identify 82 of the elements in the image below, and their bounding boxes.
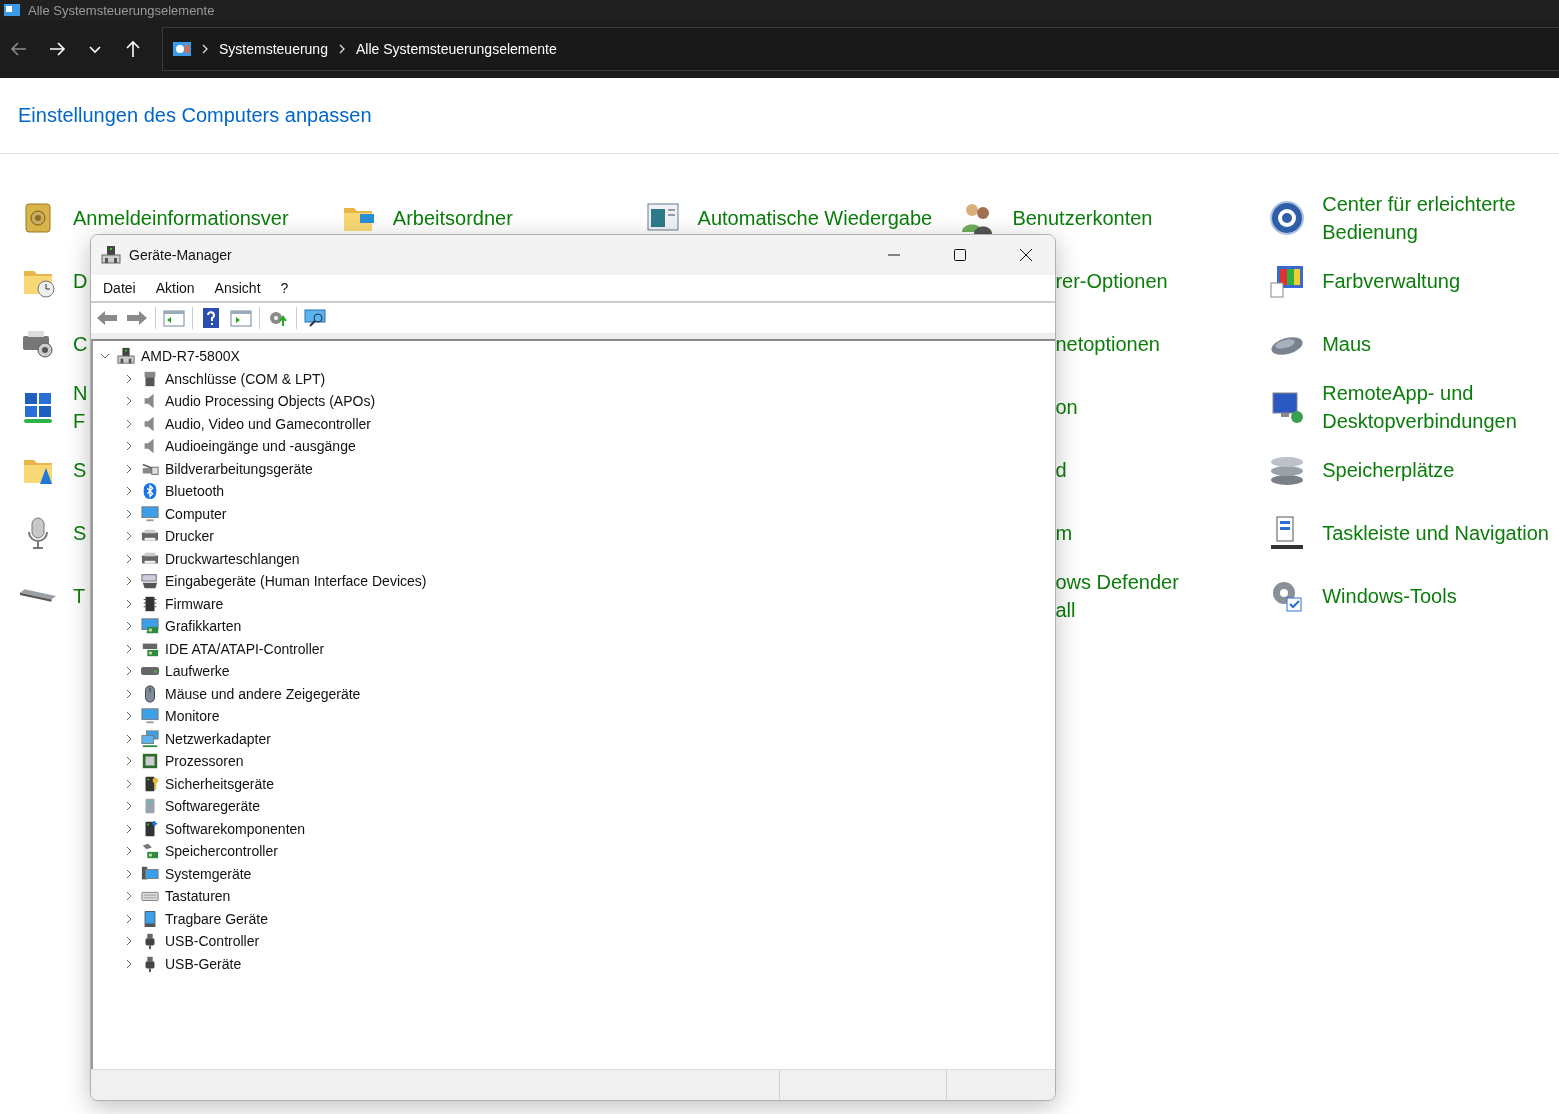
tree-item[interactable]: Bluetooth xyxy=(165,483,225,500)
control-panel-icon xyxy=(173,42,191,56)
address-bar[interactable]: Systemsteuerung Alle Systemsteuerungselemente xyxy=(162,27,1559,71)
tree-item[interactable]: Systemgeräte xyxy=(165,865,252,882)
minimize-icon xyxy=(887,254,901,256)
settings-link[interactable]: on xyxy=(1055,392,1078,421)
tree-item[interactable]: Druckwarteschlangen xyxy=(165,550,300,567)
chip-icon xyxy=(141,594,159,613)
settings-link[interactable]: Center für erleichterte Bedienung xyxy=(1322,189,1516,246)
settings-link[interactable]: Automatische Wiedergabe xyxy=(697,203,933,232)
tree-item[interactable]: Softwarekomponenten xyxy=(165,820,306,837)
tree-item[interactable]: IDE ATA/ATAPI-Controller xyxy=(165,640,325,657)
settings-link[interactable]: m xyxy=(1055,518,1073,547)
tree-item[interactable]: USB-Controller xyxy=(165,933,260,950)
tree-item[interactable]: Tragbare Geräte xyxy=(165,910,268,927)
tree-item[interactable]: Sicherheitsgeräte xyxy=(165,775,274,792)
monitor-icon xyxy=(141,504,159,523)
tree-item[interactable]: USB-Geräte xyxy=(165,955,242,972)
tree-item[interactable]: AMD-R7-5800X xyxy=(141,348,240,365)
tree-item[interactable]: Speichercontroller xyxy=(165,843,278,860)
tree-item[interactable]: Tastaturen xyxy=(165,888,231,905)
settings-link[interactable]: ows Defender all xyxy=(1055,567,1179,624)
input-devices-icon xyxy=(141,572,159,591)
tree-item[interactable]: Eingabegeräte (Human Interface Devices) xyxy=(165,573,427,590)
tree-item[interactable]: Monitore xyxy=(165,708,220,725)
window-title: Geräte-Manager xyxy=(129,247,233,263)
tree-item[interactable]: Softwaregeräte xyxy=(165,798,260,815)
control-panel-icon xyxy=(4,4,20,16)
settings-link[interactable]: Anmeldeinformationsver xyxy=(73,203,289,232)
tree-item[interactable]: Audio Processing Objects (APOs) xyxy=(165,393,376,410)
settings-link[interactable]: netoptionen xyxy=(1055,329,1160,358)
tree-item[interactable]: Prozessoren xyxy=(165,753,244,770)
bluetooth-icon xyxy=(141,482,159,501)
drive-icon xyxy=(141,667,159,676)
tree-item[interactable]: Bildverarbeitungsgeräte xyxy=(165,460,313,477)
settings-link[interactable]: S xyxy=(73,518,87,547)
settings-link[interactable]: Taskleiste und Navigation xyxy=(1322,518,1549,547)
computer-icon xyxy=(117,347,135,366)
tree-item[interactable]: Audio, Video und Gamecontroller xyxy=(165,415,371,432)
settings-link[interactable]: Windows-Tools xyxy=(1322,581,1457,610)
tree-item[interactable]: Firmware xyxy=(165,595,224,612)
chevron-icon xyxy=(337,44,346,54)
settings-link[interactable]: Maus xyxy=(1322,329,1372,358)
tree-item[interactable]: Computer xyxy=(165,505,227,522)
menu-item[interactable]: Datei xyxy=(93,280,146,296)
tree-item[interactable]: Grafikkarten xyxy=(165,618,242,635)
settings-link[interactable]: rer-Optionen xyxy=(1055,266,1168,295)
page-heading: Einstellungen des Computers anpassen xyxy=(17,103,373,128)
settings-link[interactable]: d xyxy=(1055,455,1067,484)
storage-controller-icon xyxy=(141,842,159,861)
tree-item[interactable]: Netzwerkadapter xyxy=(165,730,271,747)
window-title: Alle Systemsteuerungselemente xyxy=(28,2,215,18)
processor-icon xyxy=(141,752,159,771)
tree-item[interactable]: Drucker xyxy=(165,528,214,545)
menu-item[interactable]: Ansicht xyxy=(204,280,271,296)
chevron-icon xyxy=(201,44,209,54)
settings-link[interactable]: Farbverwaltung xyxy=(1322,266,1461,295)
taskbar-icon xyxy=(1269,514,1306,551)
tree-item[interactable]: Audioeingänge und -ausgänge xyxy=(165,438,356,455)
settings-link[interactable]: D xyxy=(73,266,88,295)
settings-link[interactable]: Benutzerkonten xyxy=(1012,203,1153,232)
settings-link[interactable]: Arbeitsordner xyxy=(392,203,513,232)
settings-link[interactable]: C xyxy=(73,329,88,358)
graphics-card-icon xyxy=(141,617,159,636)
menu-item[interactable]: Aktion xyxy=(145,280,205,296)
settings-link[interactable]: S xyxy=(73,455,87,484)
menu-item[interactable]: ? xyxy=(270,280,299,296)
tree-item[interactable]: Anschlüsse (COM & LPT) xyxy=(165,370,326,387)
settings-link[interactable]: N F xyxy=(73,378,88,435)
breadcrumb-item[interactable]: Systemsteuerung xyxy=(219,41,328,57)
tree-item[interactable]: Laufwerke xyxy=(165,663,230,680)
tree-item[interactable]: Mäuse und andere Zeigegeräte xyxy=(165,685,361,702)
settings-link[interactable]: Speicherplätze xyxy=(1322,455,1455,484)
monitor-icon xyxy=(141,707,159,726)
settings-link[interactable]: RemoteApp- und Desktopverbindungen xyxy=(1322,378,1517,435)
maximize-icon xyxy=(953,248,967,262)
close-icon xyxy=(1019,248,1033,262)
network-icon xyxy=(141,729,159,748)
breadcrumb-item[interactable]: Alle Systemsteuerungselemente xyxy=(355,41,557,57)
settings-link[interactable]: T xyxy=(73,581,86,610)
keyboard-icon xyxy=(20,588,56,603)
computer-icon xyxy=(101,245,121,265)
